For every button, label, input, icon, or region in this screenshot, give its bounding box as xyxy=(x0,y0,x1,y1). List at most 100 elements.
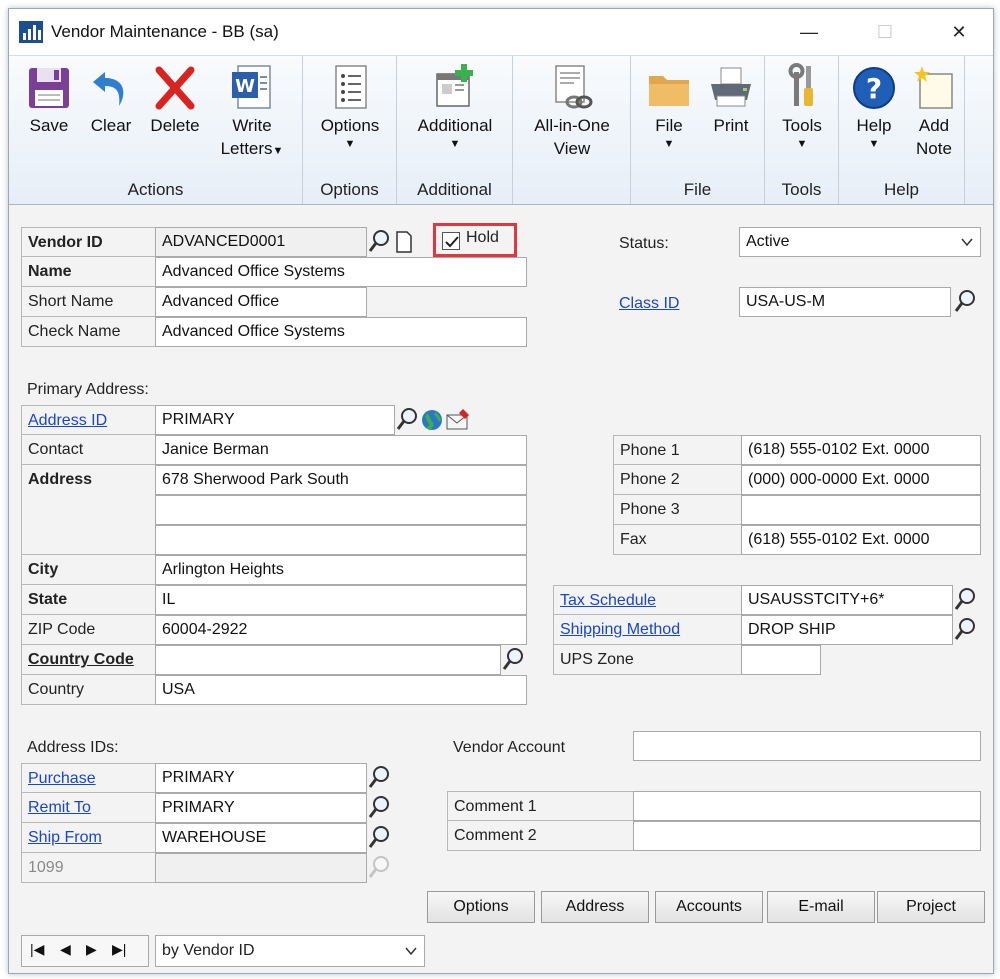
state-field[interactable]: IL xyxy=(155,585,527,615)
tax-schedule-link[interactable]: Tax Schedule xyxy=(553,585,741,615)
ribbon-group-label-actions: Actions xyxy=(127,180,184,199)
address-line3-field[interactable] xyxy=(155,525,527,555)
file-ribbon-button[interactable]: File ▼ xyxy=(639,62,699,151)
help-question-icon: ? xyxy=(853,67,895,109)
ribbon-group-file: File ▼ Print File xyxy=(631,56,765,204)
chevron-down-icon xyxy=(961,238,973,247)
phone1-field[interactable]: (618) 555-0102 Ext. 0000 xyxy=(741,435,981,465)
contact-field[interactable]: Janice Berman xyxy=(155,435,527,465)
tax-schedule-field[interactable]: USAUSSTCITY+6* xyxy=(741,585,953,615)
additional-window-icon xyxy=(436,64,473,107)
address-id-link[interactable]: Address ID xyxy=(21,405,155,435)
class-id-field[interactable]: USA-US-M xyxy=(739,287,951,317)
lookup-magnifier-icon[interactable] xyxy=(395,405,421,435)
zip-code-field[interactable]: 60004-2922 xyxy=(155,615,527,645)
short-name-field[interactable]: Advanced Office xyxy=(155,287,367,317)
all-in-one-view-button[interactable]: All-in-One View xyxy=(523,62,621,160)
minimize-button[interactable]: — xyxy=(789,17,829,47)
check-name-label: Check Name xyxy=(21,317,155,347)
record-navigation-bar: |◀ ◀ ▶ ▶| by Vendor ID xyxy=(21,933,983,969)
address-line2-field[interactable] xyxy=(155,495,527,525)
ribbon-group-label-help: Help xyxy=(884,180,919,199)
ribbon-group-label-options: Options xyxy=(320,180,379,199)
ribbon-group-options: Options ▼ Options xyxy=(303,56,397,204)
vendor-maintenance-window: Vendor Maintenance - BB (sa) — ☐ ✕ Save xyxy=(8,8,994,974)
print-button[interactable]: Print xyxy=(701,62,761,137)
1099-address-label: 1099 xyxy=(21,853,155,883)
name-field[interactable]: Advanced Office Systems xyxy=(155,257,527,287)
lookup-magnifier-disabled-icon xyxy=(368,856,389,878)
lookup-magnifier-icon[interactable] xyxy=(367,763,393,793)
lookup-magnifier-icon[interactable] xyxy=(953,615,979,645)
status-dropdown[interactable]: Active xyxy=(739,227,981,257)
comment2-field[interactable] xyxy=(633,821,981,851)
shipping-method-link[interactable]: Shipping Method xyxy=(553,615,741,645)
sort-order-dropdown[interactable]: by Vendor ID xyxy=(155,935,425,967)
fax-label: Fax xyxy=(613,525,741,555)
remit-to-link[interactable]: Remit To xyxy=(21,793,155,823)
class-id-link[interactable]: Class ID xyxy=(613,289,733,319)
first-record-icon[interactable]: |◀ xyxy=(30,941,44,958)
window-title: Vendor Maintenance - BB (sa) xyxy=(51,22,279,41)
purchase-link[interactable]: Purchase xyxy=(21,763,155,793)
save-button[interactable]: Save xyxy=(21,62,77,137)
ship-from-address-field[interactable]: WAREHOUSE xyxy=(155,823,367,853)
phone2-field[interactable]: (000) 000-0000 Ext. 0000 xyxy=(741,465,981,495)
lookup-magnifier-icon[interactable] xyxy=(367,793,393,823)
lookup-magnifier-icon[interactable] xyxy=(367,227,393,257)
status-label: Status: xyxy=(619,235,669,252)
ship-from-link[interactable]: Ship From xyxy=(21,823,155,853)
next-record-icon[interactable]: ▶ xyxy=(86,941,97,958)
ups-zone-label: UPS Zone xyxy=(553,645,741,675)
write-letters-button[interactable]: W Write Letters▼ xyxy=(213,62,291,163)
address-button[interactable]: Address xyxy=(541,891,649,923)
help-ribbon-button[interactable]: ? Help ▼ xyxy=(845,62,903,151)
lookup-magnifier-icon[interactable] xyxy=(953,287,979,317)
new-document-icon[interactable] xyxy=(393,227,415,257)
ribbon-group-label-additional: Additional xyxy=(417,180,492,199)
address-line1-field[interactable]: 678 Sherwood Park South xyxy=(155,465,527,495)
comment1-field[interactable] xyxy=(633,791,981,821)
city-field[interactable]: Arlington Heights xyxy=(155,555,527,585)
phone1-label: Phone 1 xyxy=(613,435,741,465)
country-code-label[interactable]: Country Code xyxy=(21,645,155,675)
add-note-button[interactable]: Add Note xyxy=(905,62,963,160)
project-button[interactable]: Project xyxy=(877,891,985,923)
hold-checkbox[interactable] xyxy=(442,232,460,250)
last-record-icon[interactable]: ▶| xyxy=(112,941,126,958)
additional-ribbon-button[interactable]: Additional ▼ xyxy=(405,62,505,151)
country-code-field[interactable] xyxy=(155,645,501,675)
delete-button[interactable]: Delete xyxy=(145,62,205,137)
clear-button[interactable]: Clear xyxy=(83,62,139,137)
shipping-method-field[interactable]: DROP SHIP xyxy=(741,615,953,645)
tools-wrench-icon xyxy=(788,63,813,106)
close-button[interactable]: ✕ xyxy=(939,17,979,47)
comment1-label: Comment 1 xyxy=(447,791,633,821)
check-name-field[interactable]: Advanced Office Systems xyxy=(155,317,527,347)
tools-ribbon-button[interactable]: Tools ▼ xyxy=(771,62,833,151)
phone3-field[interactable] xyxy=(741,495,981,525)
remit-to-address-field[interactable]: PRIMARY xyxy=(155,793,367,823)
country-field[interactable]: USA xyxy=(155,675,527,705)
email-button[interactable]: E-mail xyxy=(767,891,875,923)
ups-zone-field[interactable] xyxy=(741,645,821,675)
add-note-icon xyxy=(914,66,953,109)
address-id-field[interactable]: PRIMARY xyxy=(155,405,395,435)
vendor-account-label: Vendor Account xyxy=(453,739,566,756)
globe-icon[interactable] xyxy=(419,405,445,435)
options-ribbon-button[interactable]: Options ▼ xyxy=(311,62,389,151)
lookup-magnifier-icon[interactable] xyxy=(501,645,527,675)
lookup-magnifier-icon[interactable] xyxy=(367,823,393,853)
accounts-button[interactable]: Accounts xyxy=(655,891,763,923)
lookup-magnifier-icon[interactable] xyxy=(953,585,979,615)
vendor-id-field[interactable]: ADVANCED0001 xyxy=(155,227,367,257)
previous-record-icon[interactable]: ◀ xyxy=(60,941,71,958)
fax-field[interactable]: (618) 555-0102 Ext. 0000 xyxy=(741,525,981,555)
title-bar: Vendor Maintenance - BB (sa) — ☐ ✕ xyxy=(9,9,993,55)
options-button[interactable]: Options xyxy=(427,891,535,923)
purchase-address-field[interactable]: PRIMARY xyxy=(155,763,367,793)
vendor-account-field[interactable] xyxy=(633,731,981,761)
name-label: Name xyxy=(21,257,155,287)
email-envelope-icon[interactable] xyxy=(445,405,471,435)
undo-icon xyxy=(93,72,124,106)
